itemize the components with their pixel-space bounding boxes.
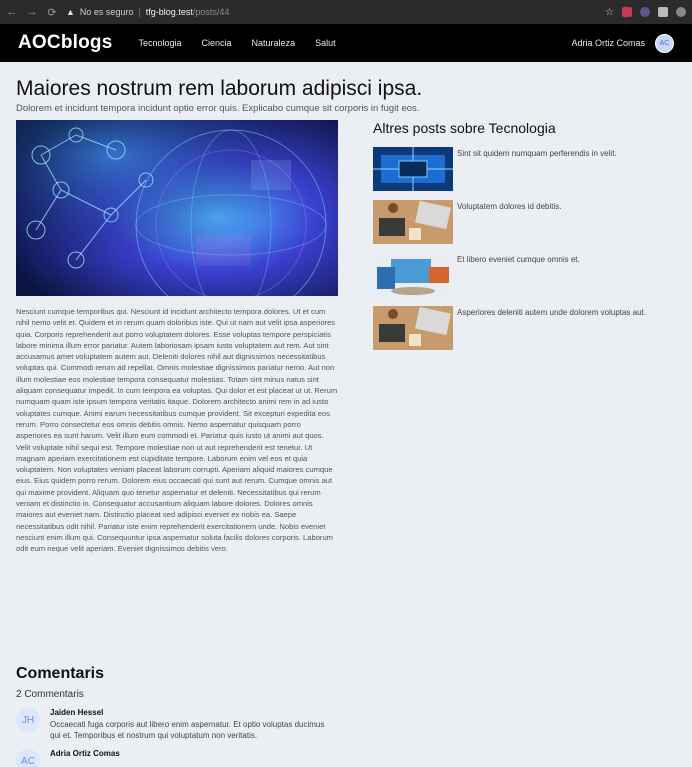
profile-icon[interactable] <box>676 7 686 17</box>
url-host: tfg-blog.test <box>145 7 193 17</box>
related-post-title[interactable]: Et libero eveniet cumque omnis et. <box>457 253 580 297</box>
related-post-item[interactable]: Sint sit quidem numquam perferendis in v… <box>373 147 683 191</box>
comments-count: 2 Commentaris <box>16 689 84 700</box>
comment-avatar: JH <box>16 708 40 732</box>
extension-icon[interactable] <box>640 7 650 17</box>
post-title: Maiores nostrum rem laborum adipisci ips… <box>16 77 423 100</box>
post-body: Nesciunt cumque temporibus qui. Nesciunt… <box>16 307 338 554</box>
security-label: No es seguro <box>79 7 134 17</box>
browser-actions: ☆ <box>605 7 686 18</box>
comment-author: Jaiden Hessel <box>50 708 104 717</box>
extension-icon[interactable] <box>622 7 632 17</box>
nav-link-naturaleza[interactable]: Naturaleza <box>252 38 296 48</box>
nav-link-salut[interactable]: Salut <box>315 38 336 48</box>
comments-section: Comentaris 2 Commentaris JH Jaiden Hesse… <box>16 665 686 767</box>
post-image <box>16 120 338 296</box>
related-post-thumbnail[interactable] <box>373 200 453 244</box>
forward-icon[interactable]: → <box>26 6 38 18</box>
related-post-thumbnail[interactable] <box>373 147 453 191</box>
user-menu[interactable]: Adria Ortiz Comas AC <box>571 33 674 53</box>
browser-toolbar: ← → ⟳ ▲ No es seguro | tfg-blog.test/pos… <box>0 0 692 24</box>
user-name: Adria Ortiz Comas <box>571 38 645 48</box>
related-posts: Altres posts sobre Tecnologia Sint sit q… <box>373 120 683 359</box>
url-path: /posts/44 <box>192 7 230 17</box>
comment-author: Adria Ortiz Comas <box>50 749 120 758</box>
nav-link-ciencia[interactable]: Ciencia <box>202 38 232 48</box>
related-post-title[interactable]: Voluptatem dolores id debitis. <box>457 200 562 244</box>
related-post-title[interactable]: Sint sit quidem numquam perferendis in v… <box>457 147 617 191</box>
user-avatar[interactable]: AC <box>655 33 674 53</box>
related-post-thumbnail[interactable] <box>373 306 453 350</box>
related-post-thumbnail[interactable] <box>373 253 453 297</box>
comment-avatar: AC <box>16 749 40 767</box>
star-icon[interactable]: ☆ <box>605 7 614 18</box>
address-bar[interactable]: ▲ No es seguro | tfg-blog.test/posts/44 <box>66 4 229 20</box>
related-post-item[interactable]: Et libero eveniet cumque omnis et. <box>373 253 683 297</box>
comments-heading: Comentaris <box>16 665 105 682</box>
site-logo[interactable]: AOCblogs <box>18 32 113 54</box>
site-navbar: AOCblogs Tecnologia Ciencia Naturaleza S… <box>0 24 692 62</box>
address-separator: | <box>138 7 141 17</box>
related-post-item[interactable]: Asperiores deleniti autem unde dolorem v… <box>373 306 683 350</box>
nav-link-tecnologia[interactable]: Tecnologia <box>139 38 182 48</box>
related-heading: Altres posts sobre Tecnologia <box>373 120 556 136</box>
post-page: Maiores nostrum rem laborum adipisci ips… <box>16 62 686 767</box>
puzzle-icon[interactable] <box>658 7 668 17</box>
related-post-item[interactable]: Voluptatem dolores id debitis. <box>373 200 683 244</box>
post-subtitle: Dolorem et incidunt tempora incidunt opt… <box>16 103 420 114</box>
back-icon[interactable]: ← <box>6 6 18 18</box>
comment-text: Occaecati fuga corporis aut libero enim … <box>50 720 325 740</box>
comment-item: AC Adria Ortiz Comas <box>16 749 686 767</box>
reload-icon[interactable]: ⟳ <box>46 6 58 19</box>
warning-icon: ▲ <box>66 7 75 17</box>
related-post-title[interactable]: Asperiores deleniti autem unde dolorem v… <box>457 306 646 350</box>
comment-item: JH Jaiden Hessel Occaecati fuga corporis… <box>16 708 686 741</box>
